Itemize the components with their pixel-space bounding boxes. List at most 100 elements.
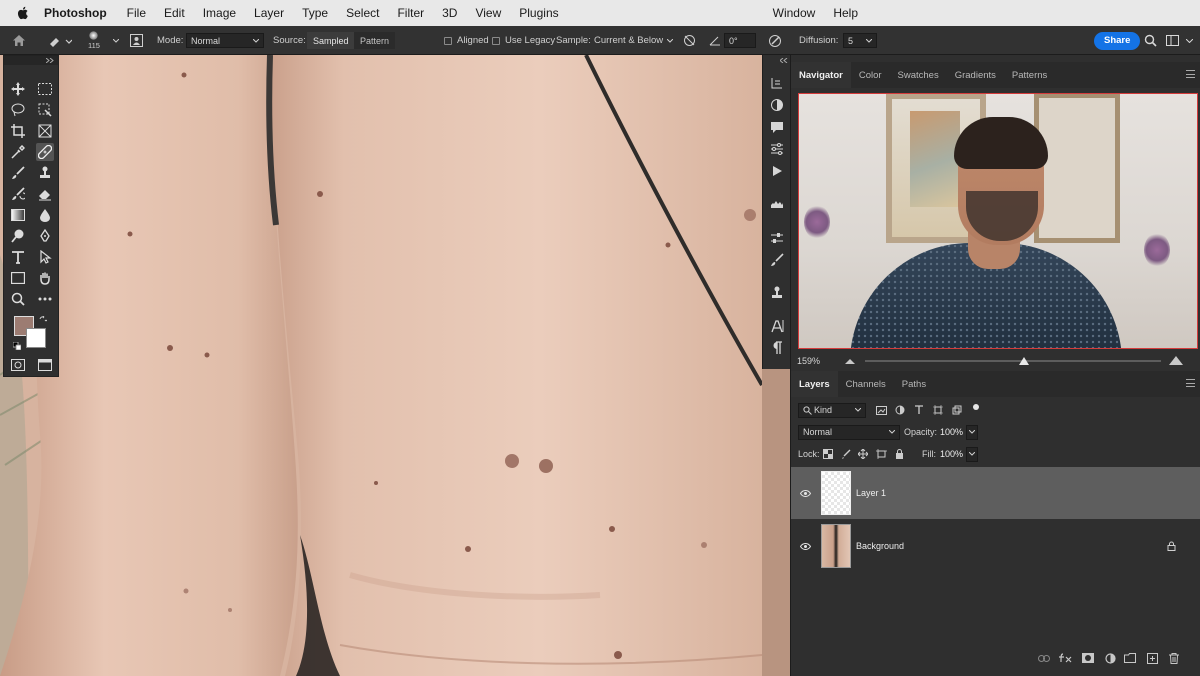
tool-preset-picker[interactable] (48, 26, 72, 55)
tools-panel-header[interactable] (4, 56, 58, 65)
apple-menu-icon[interactable] (16, 6, 30, 20)
lasso-tool-icon[interactable] (9, 101, 27, 119)
menu-edit[interactable]: Edit (164, 6, 185, 20)
swap-colors-icon[interactable] (39, 315, 48, 323)
zoom-out-icon[interactable] (845, 358, 855, 364)
navigator-thumbnail[interactable] (798, 93, 1198, 349)
tab-color[interactable]: Color (851, 62, 890, 88)
marquee-tool-icon[interactable] (36, 80, 54, 98)
clone-source-panel-icon[interactable] (769, 285, 785, 301)
rectangle-tool-icon[interactable] (9, 269, 27, 287)
layer-row-layer-1[interactable]: Layer 1 (791, 467, 1200, 519)
panel-menu-icon[interactable] (1186, 379, 1195, 387)
new-group-icon[interactable] (1123, 651, 1137, 665)
sample-select[interactable]: Current & Below (594, 26, 674, 55)
brush-size-picker[interactable]: 115 (88, 26, 100, 55)
document-canvas[interactable] (0, 55, 762, 676)
mode-select[interactable]: Normal (186, 33, 264, 48)
zoom-slider-track[interactable] (865, 360, 1161, 362)
crop-tool-icon[interactable] (9, 122, 27, 140)
opacity-dropdown[interactable] (966, 424, 978, 440)
zoom-slider-handle[interactable] (1019, 357, 1029, 365)
menu-window[interactable]: Window (773, 6, 816, 20)
zoom-tool-icon[interactable] (9, 290, 27, 308)
filter-shape-icon[interactable] (933, 405, 943, 415)
chevron-down-icon[interactable] (1186, 26, 1193, 55)
brush-settings-panel-icon[interactable] (769, 230, 785, 246)
default-colors-icon[interactable] (12, 341, 22, 351)
new-layer-icon[interactable] (1145, 651, 1159, 665)
add-mask-icon[interactable] (1081, 651, 1095, 665)
menu-select[interactable]: Select (346, 6, 379, 20)
menu-app-name[interactable]: Photoshop (44, 6, 107, 20)
gradient-tool-icon[interactable] (9, 206, 27, 224)
character-panel-icon[interactable] (769, 318, 785, 334)
home-icon[interactable] (12, 26, 26, 55)
adjustments-panel-icon[interactable] (769, 97, 785, 113)
opacity-value[interactable]: 100% (940, 427, 963, 437)
search-icon[interactable] (1144, 26, 1157, 55)
brush-tool-icon[interactable] (9, 164, 27, 182)
ignore-adjustment-layers-icon[interactable] (683, 26, 696, 55)
tab-paths[interactable]: Paths (894, 371, 934, 397)
quick-mask-icon[interactable] (9, 356, 27, 374)
tab-swatches[interactable]: Swatches (890, 62, 947, 88)
filter-type-icon[interactable] (914, 405, 924, 415)
new-adjustment-layer-icon[interactable] (1103, 651, 1117, 665)
collapse-icon[interactable] (780, 58, 788, 63)
hand-tool-icon[interactable] (36, 269, 54, 287)
more-tools-icon[interactable] (36, 290, 54, 308)
eraser-tool-icon[interactable] (36, 185, 54, 203)
tab-channels[interactable]: Channels (838, 371, 894, 397)
tab-gradients[interactable]: Gradients (947, 62, 1004, 88)
delete-layer-icon[interactable] (1167, 651, 1181, 665)
paragraph-panel-icon[interactable] (769, 340, 785, 356)
frame-tool-icon[interactable] (36, 122, 54, 140)
visibility-eye-icon[interactable] (799, 487, 811, 499)
lock-icon[interactable] (1167, 541, 1176, 551)
diffusion-select[interactable]: 5 (843, 33, 877, 48)
move-tool-icon[interactable] (9, 80, 27, 98)
source-sampled-button[interactable]: Sampled (307, 32, 355, 49)
pen-tool-icon[interactable] (36, 227, 54, 245)
screen-mode-icon[interactable] (36, 356, 54, 374)
filter-pixel-icon[interactable] (876, 405, 887, 415)
background-layer-name[interactable]: Background (856, 541, 904, 551)
healing-brush-tool-icon[interactable] (36, 143, 54, 161)
layer-style-fx-icon[interactable] (1059, 651, 1073, 665)
object-selection-tool-icon[interactable] (36, 101, 54, 119)
clone-stamp-tool-icon[interactable] (36, 164, 54, 182)
visibility-eye-icon[interactable] (799, 540, 811, 552)
collapse-icon[interactable] (46, 58, 54, 63)
menu-view[interactable]: View (475, 6, 501, 20)
history-brush-tool-icon[interactable] (9, 185, 27, 203)
brushes-panel-icon[interactable] (769, 252, 785, 268)
lock-position-icon[interactable] (858, 449, 868, 459)
dodge-tool-icon[interactable] (9, 227, 27, 245)
filter-adjustment-icon[interactable] (895, 405, 905, 415)
menu-help[interactable]: Help (833, 6, 858, 20)
navigator-zoom-value[interactable]: 159% (797, 356, 820, 366)
share-button[interactable]: Share (1094, 31, 1141, 50)
tab-layers[interactable]: Layers (791, 371, 838, 397)
aligned-checkbox[interactable]: Aligned (444, 26, 489, 55)
layer-row-background[interactable]: Background (791, 520, 1200, 572)
lock-transparent-icon[interactable] (823, 449, 833, 459)
tab-navigator[interactable]: Navigator (791, 62, 851, 88)
comments-panel-icon[interactable] (769, 119, 785, 135)
menu-plugins[interactable]: Plugins (519, 6, 558, 20)
blur-tool-icon[interactable] (36, 206, 54, 224)
history-panel-icon[interactable] (769, 75, 785, 91)
brush-settings-icon[interactable] (130, 26, 143, 55)
menu-layer[interactable]: Layer (254, 6, 284, 20)
fill-value[interactable]: 100% (940, 449, 963, 459)
fill-dropdown[interactable] (966, 446, 978, 462)
path-selection-tool-icon[interactable] (36, 248, 54, 266)
tab-patterns[interactable]: Patterns (1004, 62, 1055, 88)
use-legacy-checkbox[interactable]: Use Legacy (492, 26, 555, 55)
histogram-panel-icon[interactable] (769, 195, 785, 211)
workspace-icon[interactable] (1166, 26, 1179, 55)
background-color-swatch[interactable] (26, 328, 46, 348)
brush-dropdown-chevron-icon[interactable] (113, 26, 119, 55)
angle-input[interactable]: 0° (724, 33, 756, 48)
